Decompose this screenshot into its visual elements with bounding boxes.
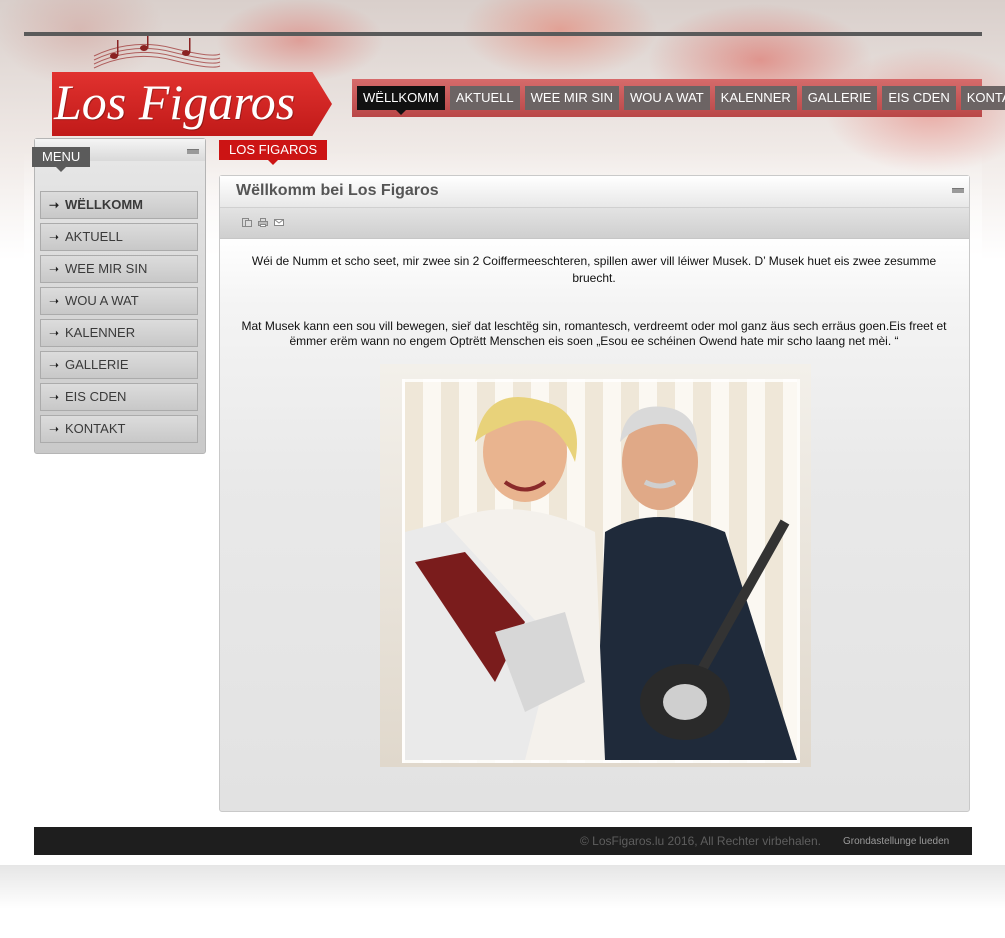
sidebar-item-label: AKTUELL (65, 229, 123, 244)
arrow-right-icon: ➝ (49, 262, 60, 276)
arrow-right-icon: ➝ (49, 294, 60, 308)
band-photo (380, 364, 811, 767)
minimize-icon[interactable] (187, 149, 199, 154)
topnav-item-gallerie[interactable]: GALLERIE (801, 86, 878, 110)
article-tools-bar (220, 208, 969, 239)
article-title-bar: Wëllkomm bei Los Figaros (220, 176, 969, 208)
top-nav-list: WËLLKOMM AKTUELL WEE MIR SIN WOU A WAT KALEN… (357, 86, 1005, 115)
minimize-icon[interactable] (952, 188, 964, 193)
sidebar-item-wou-a-wat[interactable]: ➝ WOU A WAT (40, 287, 198, 315)
arrow-right-icon: ➝ (49, 358, 60, 372)
article-title: Wëllkomm bei Los Figaros (236, 182, 439, 199)
sidebar-item-kalenner[interactable]: ➝ KALENNER (40, 319, 198, 347)
sidebar-item-aktuell[interactable]: ➝ AKTUELL (40, 223, 198, 251)
photo-frame (402, 379, 800, 763)
music-notes-decoration (93, 36, 221, 69)
bottom-background (0, 865, 1005, 938)
intro-paragraph: Wéi de Numm et scho seet, mir zwee sin 2… (251, 254, 937, 285)
topnav-item-kalenner[interactable]: KALENNER (714, 86, 797, 110)
footer: © LosFigaros.lu 2016, All Rechter virbeh… (34, 827, 972, 855)
topnav-item-kontakt[interactable]: KONTAKT (960, 86, 1005, 110)
topnav-item-eis-cden[interactable]: EIS CDEN (882, 86, 956, 110)
topnav-item-wëllkomm[interactable]: WËLLKOMM (357, 86, 445, 115)
pdf-icon[interactable] (242, 218, 252, 227)
arrow-right-icon: ➝ (49, 326, 60, 340)
top-navigation: WËLLKOMM AKTUELL WEE MIR SIN WOU A WAT KALEN… (352, 79, 1005, 117)
reset-settings-link[interactable]: Grondastellunge lueden (843, 836, 949, 847)
arrow-right-icon: ➝ (49, 198, 60, 212)
sidebar-menu: MENU ➝ WËLLKOMM ➝ AKTUELL ➝ WEE MIR SIN ➝ WOU A… (32, 138, 206, 454)
sidebar-item-label: WEE MIR SIN (65, 261, 148, 276)
sidebar-item-label: EIS CDEN (65, 389, 127, 404)
arrow-right-icon: ➝ (49, 230, 60, 244)
sidebar-item-label: KONTAKT (65, 421, 126, 436)
sidebar-item-eis-cden[interactable]: ➝ EIS CDEN (40, 383, 198, 411)
sidebar-item-gallerie[interactable]: ➝ GALLERIE (40, 351, 198, 379)
arrow-right-icon: ➝ (49, 422, 60, 436)
print-icon[interactable] (258, 218, 268, 227)
logo-text: Los Figaros (54, 74, 296, 130)
sidebar-item-label: WËLLKOMM (65, 197, 143, 212)
arrow-right-icon: ➝ (49, 390, 60, 404)
music-paragraph: Mat Musek kann een sou vill bewegen, sie… (241, 319, 947, 348)
topnav-item-wee-mir-sin[interactable]: WEE MIR SIN (524, 86, 619, 110)
menu-title: MENU (32, 147, 91, 172)
sidebar-item-label: WOU A WAT (65, 293, 139, 308)
sidebar-item-wee-mir-sin[interactable]: ➝ WEE MIR SIN (40, 255, 198, 283)
email-icon[interactable] (274, 218, 284, 227)
sidebar-menu-list: ➝ WËLLKOMM ➝ AKTUELL ➝ WEE MIR SIN ➝ WOU A WAT ➝… (40, 191, 198, 447)
musicians-illustration (405, 397, 797, 760)
sidebar-item-label: KALENNER (65, 325, 136, 340)
sidebar-item-kontakt[interactable]: ➝ KONTAKT (40, 415, 198, 443)
article: Wëllkomm bei Los Figaros Wéi de Numm et … (219, 175, 970, 812)
sidebar-item-wëllkomm[interactable]: ➝ WËLLKOMM (40, 191, 198, 219)
breadcrumb[interactable]: LOS FIGAROS (219, 140, 328, 165)
sidebar-item-label: GALLERIE (65, 357, 129, 372)
copyright-text: © LosFigaros.lu 2016, All Rechter virbeh… (580, 834, 821, 848)
site-logo[interactable]: Los Figaros (52, 72, 332, 136)
topnav-item-wou-a-wat[interactable]: WOU A WAT (624, 86, 710, 110)
topnav-item-aktuell[interactable]: AKTUELL (449, 86, 520, 110)
